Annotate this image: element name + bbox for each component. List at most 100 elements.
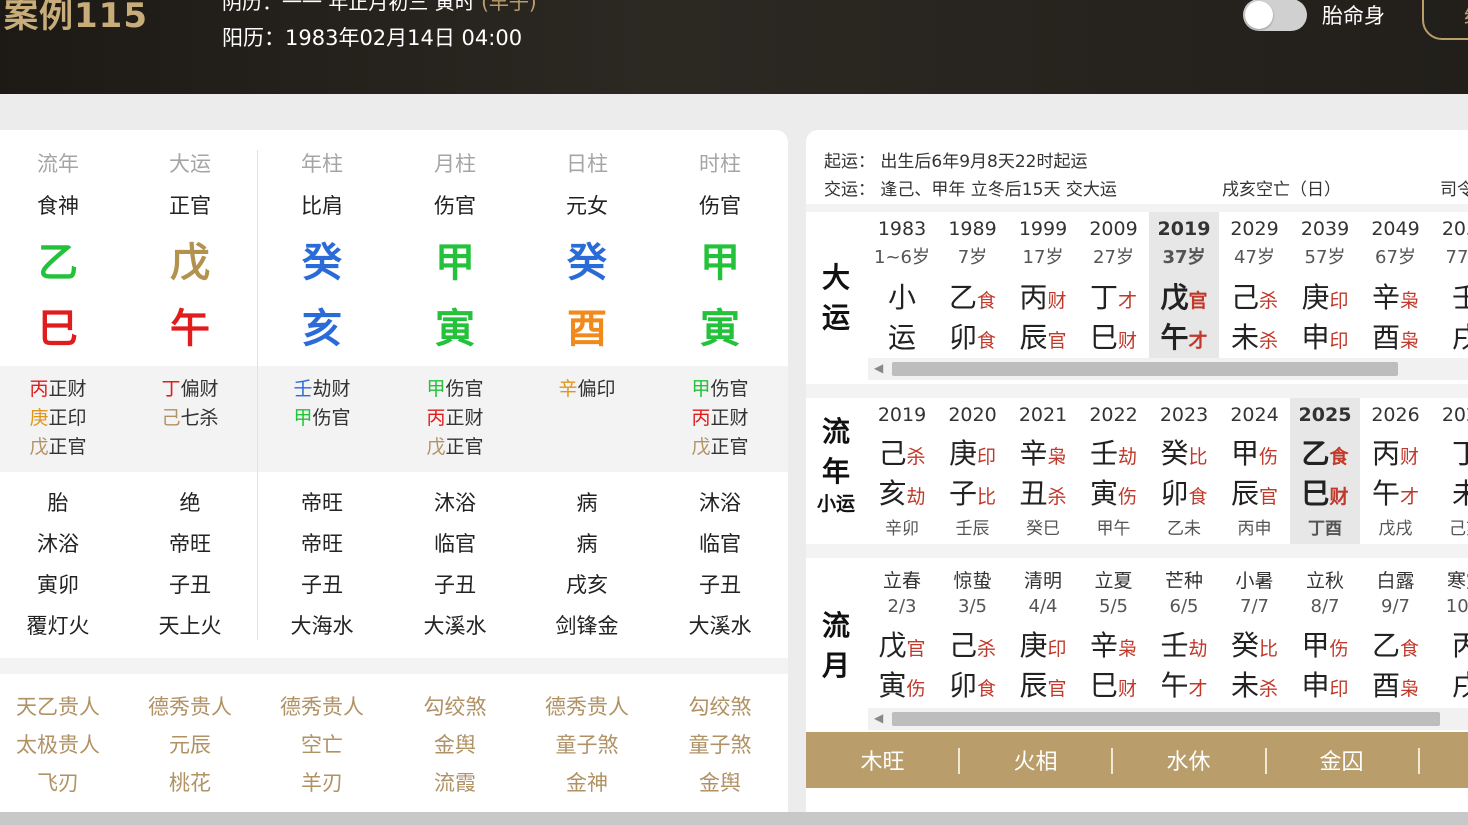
dayun-scrollbar[interactable]: ◀ [868, 358, 1468, 380]
shensha-item[interactable]: 勾绞煞 [654, 688, 786, 726]
dayun-year: 1983 [877, 218, 927, 240]
life-stage-item: 覆灯火 [26, 614, 90, 638]
branch-char: 未 [1230, 321, 1259, 354]
liuyue-scroll-thumb[interactable] [892, 712, 1440, 726]
stem-line: 丙财 [1008, 276, 1078, 316]
stem-relation: 印 [977, 446, 997, 468]
life-stage-group: 胎沐浴 寅卯 覆灯火 [0, 483, 124, 647]
shensha-item[interactable]: 金舆 [654, 764, 786, 802]
stem-char: 丙 [1019, 281, 1048, 314]
pillar-shishen: 元女 [566, 194, 608, 218]
liunian-cell[interactable]: 2026 丙财 午才 戊戌 [1361, 398, 1431, 544]
life-stage-item: 帝旺 [301, 532, 343, 556]
dayun-cell[interactable]: 1989 7岁 乙食 卯食 [938, 212, 1008, 358]
liuyue-cell[interactable]: 立春 2/3 戊官 寅伤 [867, 558, 937, 708]
branch-relation: 食 [977, 330, 997, 352]
branch-line: 辰官 [1008, 664, 1078, 704]
stem-line: 辛枭 [1008, 432, 1078, 472]
hidden-stem-god: 正官 [445, 436, 484, 458]
dayun-scroll-thumb[interactable] [892, 362, 1398, 376]
life-stage-item: 戌亥 [566, 573, 608, 597]
shensha-item[interactable]: 元辰 [124, 726, 256, 764]
dayun-cell[interactable]: 2029 47岁 己杀 未杀 [1220, 212, 1290, 358]
liunian-cell[interactable]: 2025 乙食 巳财 丁酉 [1290, 398, 1360, 544]
liunian-year: 2021 [1018, 404, 1068, 426]
liuyue-cell[interactable]: 立秋 8/7 甲伤 申印 [1290, 558, 1360, 708]
dayun-cell[interactable]: 1999 17岁 丙财 辰官 [1008, 212, 1078, 358]
shensha-item[interactable]: 太极贵人 [0, 726, 124, 764]
shensha-item[interactable]: 桃花 [124, 764, 256, 802]
hidden-stem-char: 己 [161, 407, 181, 429]
liunian-cell[interactable]: 2022 壬劫 寅伤 甲午 [1079, 398, 1149, 544]
dayun-cell[interactable]: 2019 37岁 戊官 午才 [1149, 212, 1219, 358]
shensha-item[interactable]: 飞刃 [0, 764, 124, 802]
branch-relation: 官 [1047, 678, 1067, 700]
case-title: 案例115 [4, 0, 148, 36]
pillar-header[interactable]: 时柱 [654, 148, 786, 178]
stem-line: 辛枭 [1079, 624, 1149, 664]
solar-term: 小暑 [1235, 570, 1274, 592]
dayun-year: 2019 [1157, 218, 1211, 240]
shensha-item[interactable]: 勾绞煞 [389, 688, 521, 726]
header-right-button[interactable]: 经 [1422, 0, 1468, 40]
shensha-item[interactable]: 童子煞 [521, 726, 653, 764]
hidden-stem-line: 甲伤官 [654, 375, 786, 404]
liunian-cell[interactable]: 2021 辛枭 丑杀 癸巳 [1008, 398, 1078, 544]
pillar-header[interactable]: 日柱 [521, 148, 653, 178]
pillar-header[interactable]: 大运 [124, 148, 256, 178]
stem-line: 壬 [1431, 276, 1468, 316]
life-stage-item: 寅卯 [37, 573, 79, 597]
liunian-cell[interactable]: 2027 丁未己亥 [1431, 398, 1468, 544]
scroll-left-arrow-icon[interactable]: ◀ [874, 711, 883, 725]
liuyue-scrollbar[interactable]: ◀ [868, 708, 1468, 730]
liuyue-cell[interactable]: 立夏 5/5 辛枭 巳财 [1079, 558, 1149, 708]
stem-relation: 杀 [906, 446, 926, 468]
pillar-header[interactable]: 流年 [0, 148, 124, 178]
liunian-cell[interactable]: 2024 甲伤 辰官 丙申 [1220, 398, 1290, 544]
shensha-item[interactable]: 羊刃 [256, 764, 388, 802]
branch-line: 酉枭 [1361, 664, 1431, 704]
liuyue-cell[interactable]: 芒种 6/5 壬劫 午才 [1149, 558, 1219, 708]
branch-char: 巳 [1089, 669, 1118, 702]
branch-line: 亥劫 [867, 472, 937, 512]
shensha-item[interactable]: 流霞 [389, 764, 521, 802]
liunian-cell[interactable]: 2023 癸比 卯食 乙未 [1149, 398, 1219, 544]
liuyue-cell[interactable]: 寒露 10/8 丙戌 [1431, 558, 1468, 708]
shensha-item[interactable]: 童子煞 [654, 726, 786, 764]
shensha-item[interactable]: 空亡 [256, 726, 388, 764]
shensha-item[interactable]: 德秀贵人 [521, 688, 653, 726]
hidden-stem-line: 丙正财 [0, 375, 124, 404]
shensha-item[interactable]: 金舆 [389, 726, 521, 764]
shensha-item[interactable]: 德秀贵人 [124, 688, 256, 726]
dayun-cell[interactable]: 2059 77岁壬戌 [1431, 212, 1468, 358]
life-stage-item: 病 [576, 532, 598, 556]
liuyue-cell[interactable]: 清明 4/4 庚印 辰官 [1008, 558, 1078, 708]
jiaoyun-info: 交运： 逢己、甲年 立冬后15天 交大运 [824, 180, 1117, 200]
liunian-year: 2026 [1371, 404, 1420, 426]
dayun-cell[interactable]: 2039 57岁 庚印 申印 [1290, 212, 1360, 358]
hidden-stem-line: 甲伤官 [389, 375, 521, 404]
liunian-cell[interactable]: 2019 己杀 亥劫 辛卯 [867, 398, 937, 544]
liuyue-cell[interactable]: 小暑 7/7 癸比 未杀 [1220, 558, 1290, 708]
hidden-stem-char: 甲 [691, 378, 711, 400]
section-gap [806, 544, 1468, 558]
stem-line: 乙食 [938, 276, 1008, 316]
solar-term: 立春 [882, 570, 921, 592]
stem-line: 戊官 [1149, 276, 1219, 316]
shensha-item[interactable]: 天乙贵人 [0, 688, 124, 726]
dayun-cell[interactable]: 1983 1~6岁小运 [867, 212, 937, 358]
dayun-cell[interactable]: 2049 67岁 辛枭 酉枭 [1361, 212, 1431, 358]
dayun-cell[interactable]: 2009 27岁 丁才 巳财 [1079, 212, 1149, 358]
taiming-toggle[interactable] [1243, 0, 1307, 31]
pillar-header[interactable]: 月柱 [389, 148, 521, 178]
scroll-left-arrow-icon[interactable]: ◀ [874, 361, 883, 375]
branch-relation: 官 [1259, 486, 1279, 508]
shensha-item[interactable]: 德秀贵人 [256, 688, 388, 726]
shensha-item[interactable]: 金神 [521, 764, 653, 802]
dayun-age: 47岁 [1234, 247, 1275, 268]
liunian-cell[interactable]: 2020 庚印 子比 壬辰 [938, 398, 1008, 544]
life-stage-item: 胎 [47, 491, 69, 515]
liuyue-cell[interactable]: 惊蛰 3/5 己杀 卯食 [938, 558, 1008, 708]
pillar-header[interactable]: 年柱 [256, 148, 388, 178]
liuyue-cell[interactable]: 白露 9/7 乙食 酉枭 [1361, 558, 1431, 708]
